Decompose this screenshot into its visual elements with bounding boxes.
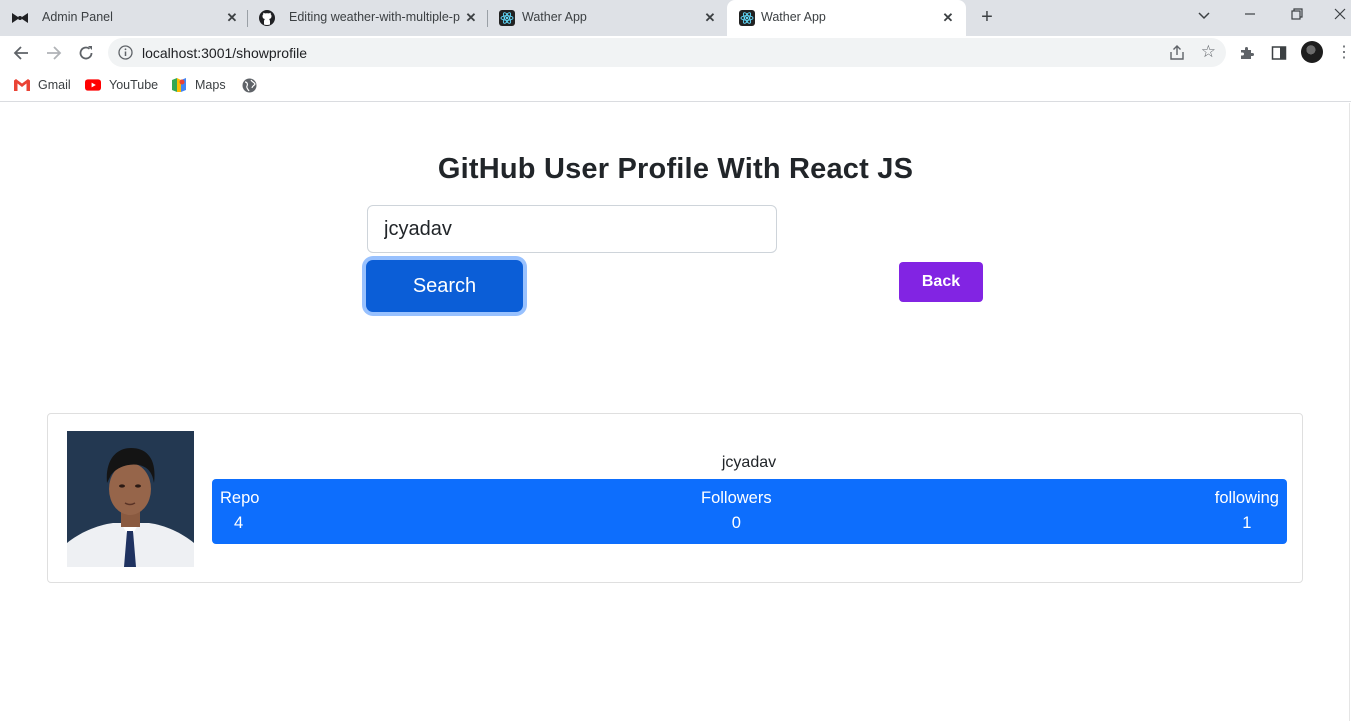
stats-bar: Repo 4 Followers 0 following 1 bbox=[212, 479, 1287, 544]
profile-avatar-icon[interactable] bbox=[1301, 41, 1323, 63]
restore-icon[interactable] bbox=[1285, 6, 1309, 26]
bookmark-label: Maps bbox=[195, 78, 226, 92]
tab-title: Wather App bbox=[522, 10, 587, 24]
stat-label: following bbox=[1214, 489, 1279, 507]
youtube-icon bbox=[85, 77, 101, 93]
stat-following: following 1 bbox=[1215, 489, 1279, 533]
bookmark-star-icon[interactable]: ☆ bbox=[1201, 43, 1216, 61]
stat-label: Followers bbox=[701, 489, 772, 507]
tab-wather-app-active[interactable]: Wather App ✕ bbox=[727, 0, 966, 36]
reload-icon[interactable] bbox=[75, 42, 97, 64]
page-content: GitHub User Profile With React JS Search… bbox=[0, 103, 1351, 721]
bookmark-gmail[interactable]: Gmail bbox=[14, 77, 71, 93]
close-icon[interactable]: ✕ bbox=[701, 9, 719, 27]
stat-label: Repo bbox=[220, 489, 260, 507]
bookmark-globe[interactable] bbox=[241, 77, 265, 93]
share-icon[interactable] bbox=[1168, 44, 1186, 62]
tab-search-icon[interactable] bbox=[1192, 6, 1216, 26]
stat-followers: Followers 0 bbox=[701, 489, 772, 533]
profile-photo bbox=[67, 431, 194, 567]
minimize-icon[interactable] bbox=[1238, 6, 1262, 26]
github-icon bbox=[259, 10, 275, 26]
menu-kebab-icon[interactable]: ⋮ bbox=[1336, 43, 1351, 63]
search-button[interactable]: Search bbox=[366, 260, 523, 312]
username-search-input[interactable] bbox=[367, 205, 777, 253]
tab-title: Editing weather-with-multiple-p bbox=[289, 10, 460, 24]
stat-value: 4 bbox=[234, 514, 244, 532]
close-icon[interactable]: ✕ bbox=[462, 9, 480, 27]
forward-arrow-icon[interactable] bbox=[43, 42, 65, 64]
window-close-icon[interactable] bbox=[1328, 6, 1351, 26]
tab-strip: Admin Panel ✕ Editing weather-with-multi… bbox=[0, 0, 1351, 36]
stat-value: 0 bbox=[731, 514, 741, 532]
profile-card: jcyadav Repo 4 Followers 0 following 1 bbox=[47, 413, 1303, 583]
bookmark-youtube[interactable]: YouTube bbox=[85, 77, 158, 93]
bookmark-label: YouTube bbox=[109, 78, 159, 92]
stat-repo: Repo 4 bbox=[220, 489, 259, 533]
profile-username: jcyadav bbox=[721, 454, 777, 471]
maps-icon bbox=[171, 77, 187, 93]
address-bar[interactable]: localhost:3001/showprofile ☆ bbox=[108, 38, 1226, 67]
bookmark-label: Gmail bbox=[38, 78, 71, 92]
back-button[interactable]: Back bbox=[899, 262, 983, 302]
page-right-border bbox=[1349, 103, 1350, 721]
browser-toolbar: localhost:3001/showprofile ☆ ⋮ bbox=[0, 36, 1351, 69]
react-icon bbox=[499, 10, 515, 26]
back-arrow-icon[interactable] bbox=[10, 42, 32, 64]
tab-wather-app[interactable]: Wather App ✕ bbox=[487, 0, 727, 36]
bowtie-icon bbox=[12, 10, 28, 26]
info-icon[interactable] bbox=[118, 45, 133, 60]
bookmark-maps[interactable]: Maps bbox=[171, 77, 226, 93]
new-tab-button[interactable]: + bbox=[977, 7, 997, 27]
bookmarks-bar: Gmail YouTube Maps bbox=[0, 69, 1351, 102]
stat-value: 1 bbox=[1242, 514, 1252, 532]
url-text: localhost:3001/showprofile bbox=[142, 45, 307, 61]
tab-title: Admin Panel bbox=[42, 10, 113, 24]
gmail-icon bbox=[14, 77, 30, 93]
extensions-puzzle-icon[interactable] bbox=[1238, 44, 1256, 62]
tab-title: Wather App bbox=[761, 10, 826, 24]
react-icon bbox=[739, 10, 755, 26]
side-panel-icon[interactable] bbox=[1270, 44, 1288, 62]
close-icon[interactable]: ✕ bbox=[223, 9, 241, 27]
close-icon[interactable]: ✕ bbox=[939, 9, 957, 27]
page-title: GitHub User Profile With React JS bbox=[437, 153, 914, 185]
globe-icon bbox=[241, 77, 257, 93]
tab-admin-panel[interactable]: Admin Panel ✕ bbox=[0, 0, 247, 36]
tab-github-editing[interactable]: Editing weather-with-multiple-p ✕ bbox=[247, 0, 487, 36]
